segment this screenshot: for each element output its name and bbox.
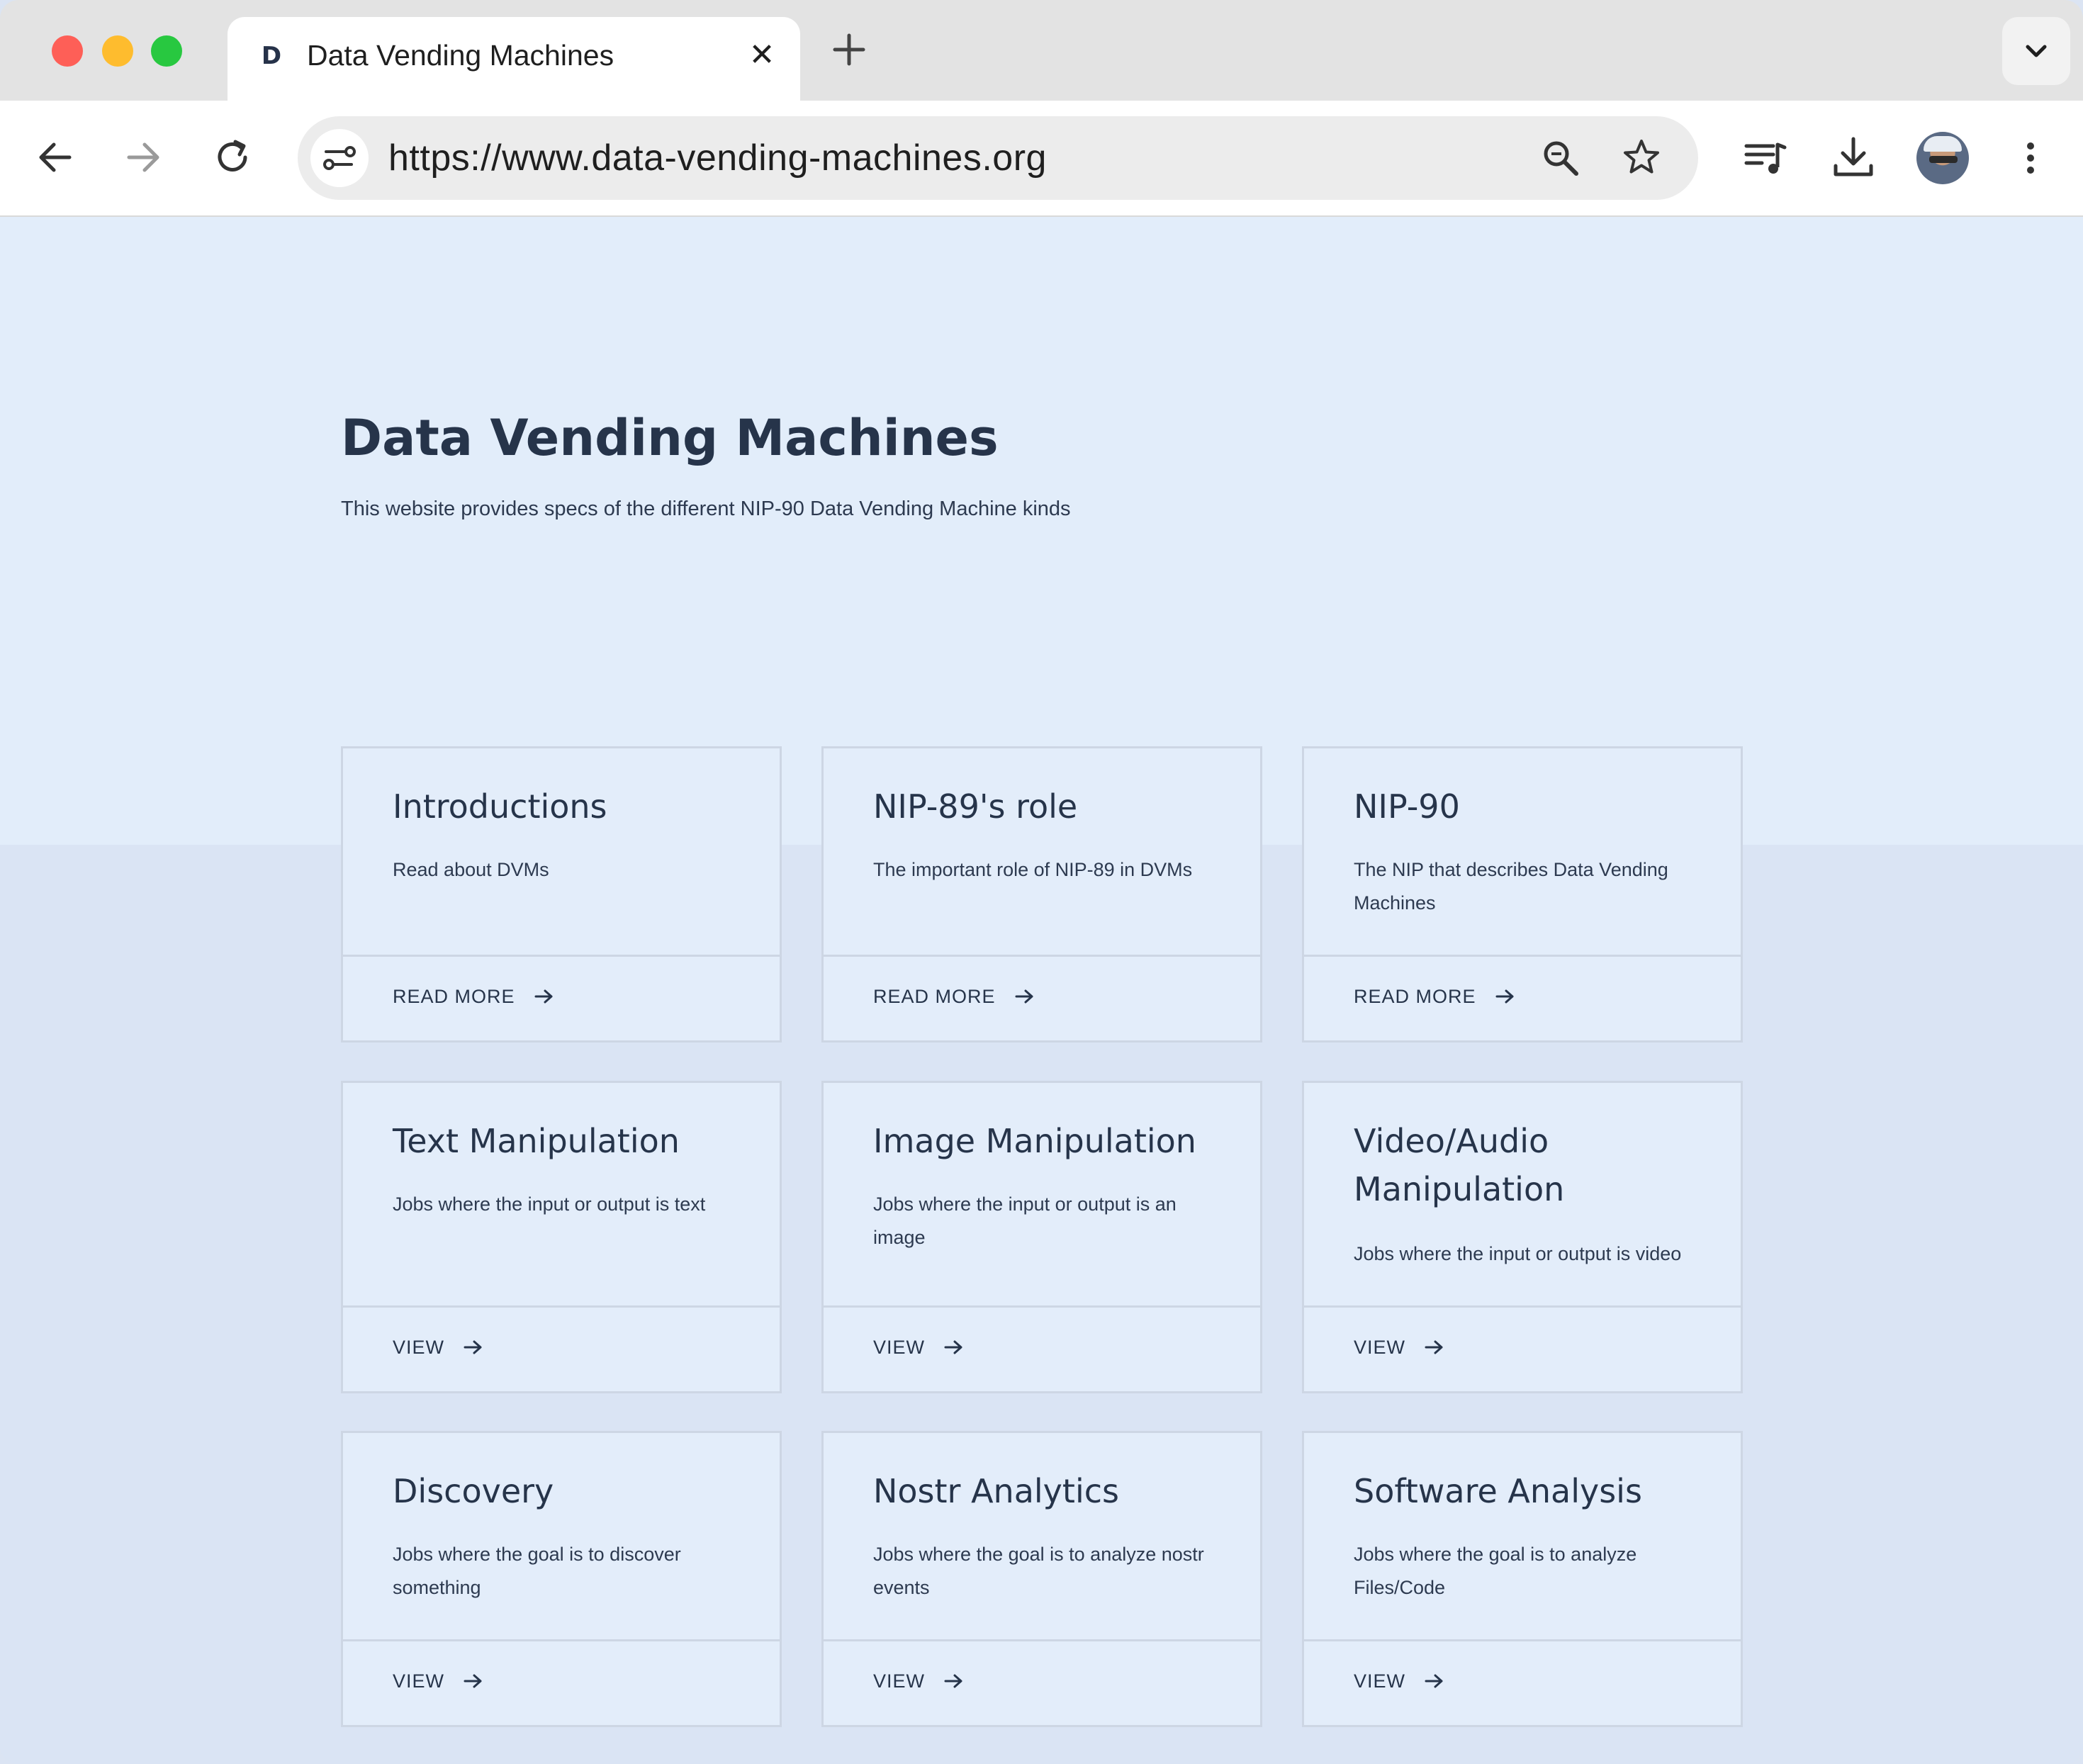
arrow-right-icon <box>534 989 553 1004</box>
view-link[interactable]: VIEW <box>393 1333 484 1361</box>
close-window-button[interactable] <box>52 35 83 67</box>
card-description: Jobs where the input or output is text <box>393 1193 706 1215</box>
card-title: Video/Audio Manipulation <box>1354 1122 1565 1208</box>
card-footer: VIEW <box>1304 1639 1741 1725</box>
tab-title: Data Vending Machines <box>307 39 614 72</box>
link-label: VIEW <box>1354 1670 1406 1692</box>
tab-favicon: D <box>261 42 282 70</box>
bookmark-star-icon[interactable] <box>1620 137 1663 179</box>
arrow-right-icon <box>464 1340 482 1354</box>
card-description: Jobs where the goal is to analyze nostr … <box>873 1544 1204 1598</box>
link-label: VIEW <box>873 1337 926 1358</box>
maximize-window-button[interactable] <box>151 35 182 67</box>
tab-search-button[interactable] <box>2002 17 2070 85</box>
card-footer: VIEW <box>343 1305 780 1391</box>
arrow-right-icon <box>1495 989 1514 1004</box>
page-content: Data Vending Machines This website provi… <box>0 217 2083 1764</box>
card-title: Nostr Analytics <box>873 1472 1119 1510</box>
view-link[interactable]: VIEW <box>1354 1333 1445 1361</box>
card-text-manipulation[interactable]: Text Manipulation Jobs where the input o… <box>341 1081 782 1393</box>
page-subtitle: This website provides specs of the diffe… <box>341 498 1071 520</box>
card-description: Jobs where the input or output is video <box>1354 1243 1682 1264</box>
site-info-icon[interactable] <box>310 129 369 187</box>
link-label: VIEW <box>873 1670 926 1692</box>
minimize-window-button[interactable] <box>102 35 133 67</box>
arrow-right-icon <box>1425 1674 1443 1688</box>
card-nip-89-role[interactable]: NIP-89's role The important role of NIP-… <box>821 746 1262 1043</box>
card-footer: VIEW <box>1304 1305 1741 1391</box>
arrow-right-icon <box>1425 1340 1443 1354</box>
avatar[interactable] <box>1916 132 1969 184</box>
plus-icon[interactable] <box>831 31 868 68</box>
zoom-icon[interactable] <box>1539 137 1582 179</box>
link-label: READ MORE <box>873 986 996 1007</box>
card-description: Jobs where the goal is to analyze Files/… <box>1354 1544 1637 1598</box>
download-icon[interactable] <box>1829 133 1878 183</box>
card-title: NIP-89's role <box>873 787 1078 826</box>
read-more-link[interactable]: READ MORE <box>393 982 555 1011</box>
read-more-link[interactable]: READ MORE <box>1354 982 1516 1011</box>
view-link[interactable]: VIEW <box>393 1667 484 1695</box>
arrow-right-icon <box>944 1674 962 1688</box>
card-introductions[interactable]: Introductions Read about DVMs READ MORE <box>341 746 782 1043</box>
card-title: Image Manipulation <box>873 1122 1196 1160</box>
card-description: Jobs where the goal is to discover somet… <box>393 1544 681 1598</box>
browser-window: D Data Vending Machines ✕ https://www.da… <box>0 0 2083 1764</box>
page-title: Data Vending Machines <box>341 409 999 467</box>
back-arrow-icon[interactable] <box>30 132 81 183</box>
view-link[interactable]: VIEW <box>873 1333 965 1361</box>
card-nostr-analytics[interactable]: Nostr Analytics Jobs where the goal is t… <box>821 1431 1262 1727</box>
arrow-right-icon <box>464 1674 482 1688</box>
card-footer: READ MORE <box>824 955 1260 1040</box>
reload-icon[interactable] <box>207 132 258 183</box>
link-label: READ MORE <box>1354 986 1476 1007</box>
link-label: VIEW <box>393 1670 445 1692</box>
card-description: Read about DVMs <box>393 859 549 880</box>
card-title: Discovery <box>393 1472 554 1510</box>
active-tab[interactable]: D Data Vending Machines ✕ <box>228 17 800 101</box>
tab-strip: D Data Vending Machines ✕ <box>0 0 2083 101</box>
address-bar[interactable]: https://www.data-vending-machines.org <box>298 116 1698 200</box>
avatar-glasses <box>1929 156 1958 163</box>
chevron-down-icon <box>2026 45 2047 57</box>
card-nip-90[interactable]: NIP-90 The NIP that describes Data Vendi… <box>1302 746 1743 1043</box>
view-link[interactable]: VIEW <box>1354 1667 1445 1695</box>
link-label: READ MORE <box>393 986 515 1007</box>
card-discovery[interactable]: Discovery Jobs where the goal is to disc… <box>341 1431 782 1727</box>
browser-toolbar: https://www.data-vending-machines.org <box>0 101 2083 217</box>
card-video-audio-manipulation[interactable]: Video/Audio Manipulation Jobs where the … <box>1302 1081 1743 1393</box>
read-more-link[interactable]: READ MORE <box>873 982 1035 1011</box>
card-title: Text Manipulation <box>393 1122 680 1160</box>
card-title: Introductions <box>393 787 607 826</box>
card-footer: VIEW <box>824 1305 1260 1391</box>
card-description: The NIP that describes Data Vending Mach… <box>1354 859 1668 914</box>
card-title: NIP-90 <box>1354 787 1460 826</box>
avatar-cap <box>1924 136 1962 152</box>
card-footer: VIEW <box>824 1639 1260 1725</box>
card-description: Jobs where the input or output is an ima… <box>873 1193 1177 1248</box>
link-label: VIEW <box>393 1337 445 1358</box>
arrow-right-icon <box>1015 989 1033 1004</box>
view-link[interactable]: VIEW <box>873 1667 965 1695</box>
card-footer: READ MORE <box>1304 955 1741 1040</box>
arrow-right-icon <box>944 1340 962 1354</box>
card-footer: READ MORE <box>343 955 780 1040</box>
url-text[interactable]: https://www.data-vending-machines.org <box>388 136 1047 180</box>
card-image-manipulation[interactable]: Image Manipulation Jobs where the input … <box>821 1081 1262 1393</box>
link-label: VIEW <box>1354 1337 1406 1358</box>
more-menu-icon[interactable] <box>2006 133 2055 183</box>
media-queue-icon[interactable] <box>1741 133 1790 183</box>
card-footer: VIEW <box>343 1639 780 1725</box>
card-title: Software Analysis <box>1354 1472 1642 1510</box>
card-software-analysis[interactable]: Software Analysis Jobs where the goal is… <box>1302 1431 1743 1727</box>
close-icon[interactable]: ✕ <box>745 38 779 72</box>
forward-arrow-icon[interactable] <box>118 132 169 183</box>
card-description: The important role of NIP-89 in DVMs <box>873 859 1193 880</box>
